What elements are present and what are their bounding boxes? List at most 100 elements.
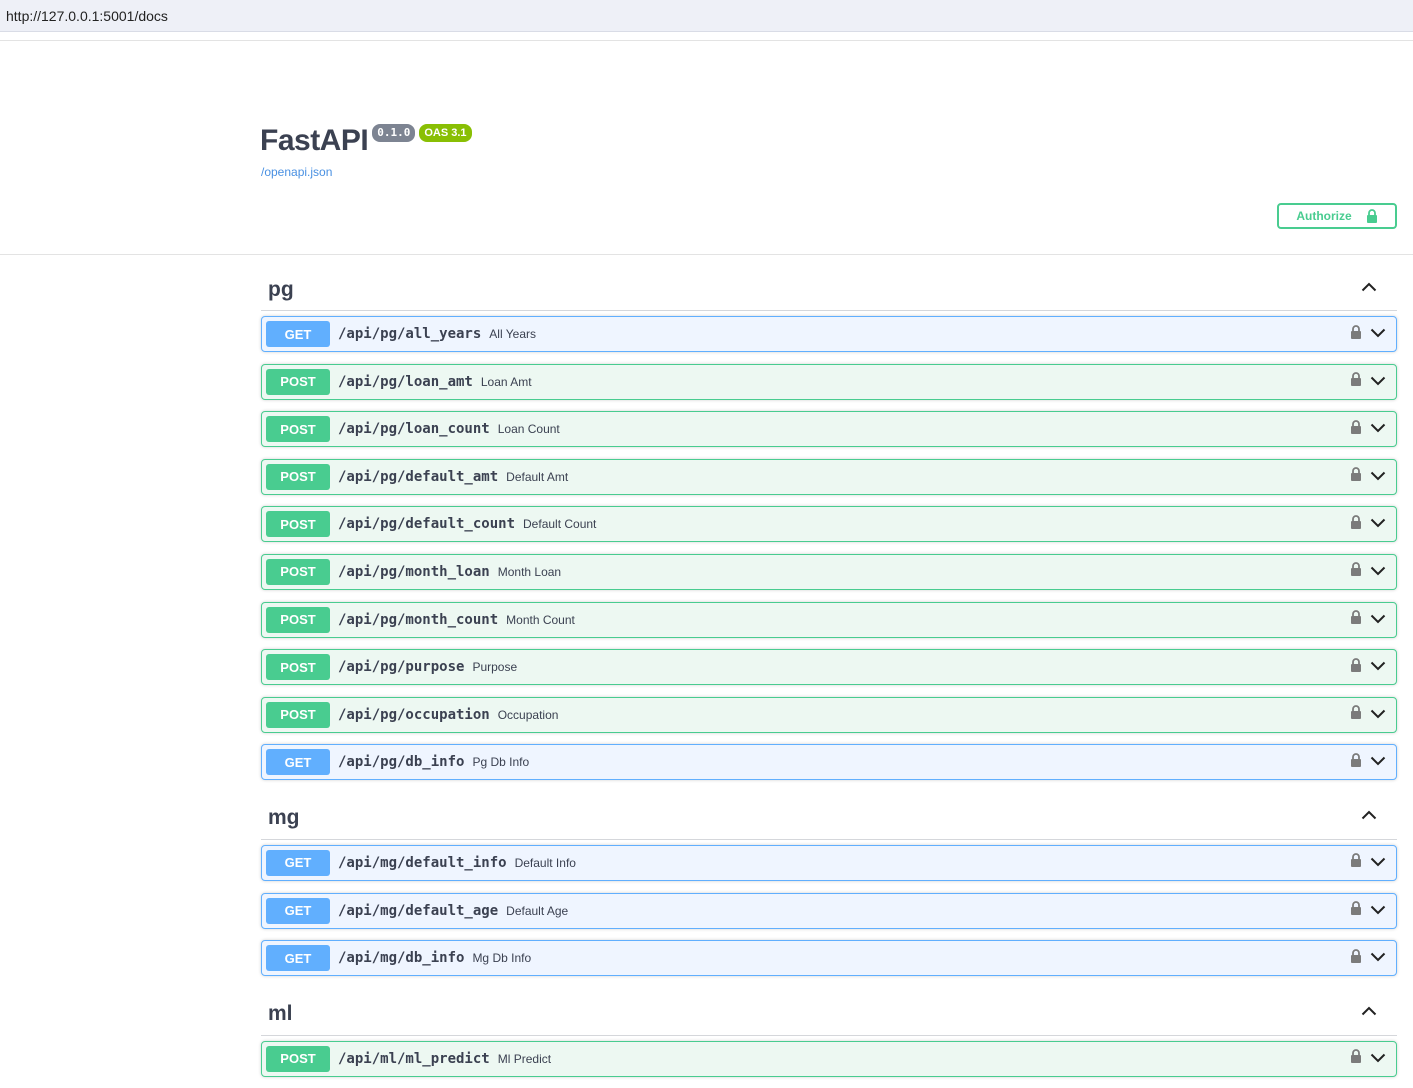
operation-path: /api/pg/db_info (338, 754, 465, 771)
operation-row[interactable]: POST/api/pg/loan_count Loan Count (261, 411, 1397, 448)
operation-summary: Default Info (514, 855, 576, 870)
operation-row[interactable]: POST/api/ml/ml_predict Ml Predict (261, 1040, 1397, 1077)
operations-list: GET/api/pg/all_years All Years POST/api/pg… (261, 311, 1397, 781)
authorize-label: Authorize (1296, 209, 1352, 223)
operation-controls (1350, 515, 1386, 534)
operation-row[interactable]: GET/api/pg/db_info Pg Db Info (261, 744, 1397, 781)
chevron-up-icon[interactable] (1361, 807, 1377, 825)
method-badge: POST (266, 606, 330, 633)
lock-icon[interactable] (1350, 853, 1362, 872)
method-badge: POST (266, 463, 330, 490)
tag-header-pg[interactable]: pg (261, 263, 1397, 311)
url-text[interactable]: http://127.0.0.1:5001/docs (6, 8, 168, 24)
method-badge: GET (266, 321, 330, 347)
chevron-down-icon[interactable] (1370, 325, 1386, 343)
authorize-button[interactable]: Authorize (1277, 203, 1397, 229)
operation-row[interactable]: GET/api/pg/all_years All Years (261, 316, 1397, 352)
operation-controls (1350, 562, 1386, 581)
operation-path: /api/mg/default_info (338, 854, 507, 871)
tag-section-mg: mg GET/api/mg/default_info Default Info GET… (261, 792, 1397, 977)
operation-path: /api/pg/all_years (338, 326, 482, 342)
chevron-down-icon[interactable] (1370, 611, 1386, 629)
lock-icon[interactable] (1350, 562, 1362, 581)
operation-controls (1350, 324, 1386, 344)
lock-icon[interactable] (1350, 948, 1362, 968)
operation-row[interactable]: POST/api/pg/default_count Default Count (261, 506, 1397, 543)
lock-icon[interactable] (1350, 372, 1362, 391)
method-badge: GET (266, 897, 330, 924)
tag-name: pg (268, 277, 294, 301)
operation-path: /api/ml/ml_predict (338, 1050, 490, 1067)
operation-controls (1350, 419, 1386, 439)
operation-summary: Month Count (506, 612, 575, 627)
chevron-down-icon[interactable] (1370, 563, 1386, 581)
chevron-down-icon[interactable] (1370, 373, 1386, 391)
operation-controls (1350, 610, 1386, 629)
operation-path: /api/mg/db_info (338, 950, 465, 967)
operation-row[interactable]: POST/api/pg/occupation Occupation (261, 696, 1397, 733)
method-badge: POST (266, 511, 330, 538)
operation-controls (1350, 853, 1386, 872)
operation-row[interactable]: POST/api/pg/month_loan Month Loan (261, 553, 1397, 590)
chevron-down-icon[interactable] (1370, 515, 1386, 533)
chevron-down-icon[interactable] (1370, 854, 1386, 872)
lock-icon[interactable] (1350, 753, 1362, 772)
openapi-json-link[interactable]: /openapi.json (261, 165, 332, 179)
lock-icon (1366, 209, 1378, 223)
lock-icon[interactable] (1350, 705, 1362, 724)
method-badge: POST (266, 654, 330, 681)
address-bar[interactable]: http://127.0.0.1:5001/docs (0, 0, 1413, 32)
operation-controls (1350, 705, 1386, 724)
operation-summary: Default Age (506, 903, 569, 918)
lock-icon[interactable] (1350, 901, 1362, 920)
operation-path: /api/pg/month_loan (338, 563, 490, 580)
chevron-down-icon[interactable] (1370, 1050, 1386, 1068)
operation-summary: Mg Db Info (472, 951, 532, 966)
chevron-up-icon[interactable] (1361, 1003, 1377, 1021)
operation-row[interactable]: POST/api/pg/month_count Month Count (261, 601, 1397, 638)
method-badge: GET (266, 849, 330, 876)
operation-row[interactable]: GET/api/mg/db_info Mg Db Info (261, 940, 1397, 977)
chevron-down-icon[interactable] (1370, 753, 1386, 771)
chevron-down-icon[interactable] (1370, 468, 1386, 486)
tag-header-ml[interactable]: ml (261, 988, 1397, 1036)
tag-section-ml: ml POST/api/ml/ml_predict Ml Predict (261, 988, 1397, 1077)
method-badge: GET (266, 945, 330, 972)
operation-summary: Loan Count (497, 422, 560, 437)
operation-row[interactable]: POST/api/pg/default_amt Default Amt (261, 458, 1397, 495)
operation-path: /api/pg/loan_count (338, 421, 490, 438)
chevron-up-icon[interactable] (1361, 279, 1377, 297)
title-row: FastAPI 0.1.0 OAS 3.1 (260, 123, 472, 159)
operation-controls (1350, 467, 1386, 486)
operation-summary: Default Amt (506, 469, 569, 484)
lock-icon[interactable] (1350, 657, 1362, 677)
operation-row[interactable]: GET/api/mg/default_age Default Age (261, 892, 1397, 929)
operation-row[interactable]: POST/api/pg/loan_amt Loan Amt (261, 363, 1397, 400)
operation-path: /api/pg/purpose (338, 659, 465, 676)
method-badge: POST (266, 1045, 330, 1072)
lock-icon[interactable] (1350, 467, 1362, 486)
operation-path: /api/pg/default_count (338, 516, 516, 533)
lock-icon[interactable] (1350, 419, 1362, 439)
operation-path: /api/pg/default_amt (338, 468, 499, 485)
lock-icon[interactable] (1350, 1049, 1362, 1068)
method-badge: POST (266, 416, 330, 443)
operation-summary: Pg Db Info (472, 755, 530, 770)
operation-path: /api/pg/month_count (338, 611, 499, 628)
chevron-down-icon[interactable] (1370, 949, 1386, 967)
lock-icon[interactable] (1350, 324, 1362, 344)
chevron-down-icon[interactable] (1370, 658, 1386, 676)
chevron-down-icon[interactable] (1370, 420, 1386, 438)
tag-name: mg (268, 806, 300, 830)
operation-summary: All Years (489, 327, 536, 341)
lock-icon[interactable] (1350, 515, 1362, 534)
tag-header-mg[interactable]: mg (261, 792, 1397, 840)
operation-controls (1350, 657, 1386, 677)
chevron-down-icon[interactable] (1370, 902, 1386, 920)
operation-controls (1350, 1049, 1386, 1068)
operation-row[interactable]: GET/api/mg/default_info Default Info (261, 844, 1397, 881)
chevron-down-icon[interactable] (1370, 706, 1386, 724)
operation-row[interactable]: POST/api/pg/purpose Purpose (261, 649, 1397, 686)
lock-icon[interactable] (1350, 610, 1362, 629)
version-badge: 0.1.0 (372, 124, 416, 142)
